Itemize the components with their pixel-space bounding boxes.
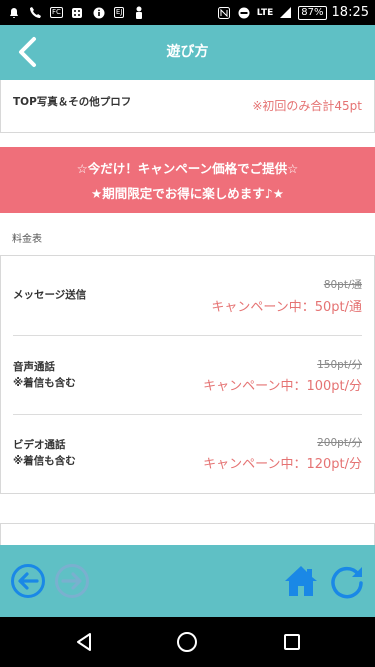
price-row-message: メッセージ送信 80pt/通 キャンペーン中：50pt/通 [13, 256, 362, 335]
price-row-note: ※着信も含む [13, 455, 76, 467]
campaign-price: キャンペーン中：120pt/分 [203, 457, 362, 472]
call-icon [28, 5, 43, 20]
app-header: 遊び方 [0, 25, 375, 80]
top-profile-price: ※初回のみ合計45pt [252, 99, 362, 113]
arrow-right-circle-icon [55, 564, 89, 598]
person-icon [131, 5, 146, 20]
top-profile-label: TOP写真＆その他プロフ [13, 96, 132, 108]
price-table-heading: 料金表 [12, 234, 42, 245]
triangle-back-icon [77, 633, 91, 651]
price-row-note: ※着信も含む [13, 377, 76, 389]
regular-price: 150pt/分 [317, 359, 362, 371]
clock: 18:25 [331, 5, 369, 20]
page-title: 遊び方 [166, 44, 209, 60]
info-icon [92, 5, 107, 20]
system-nav-bar [0, 617, 375, 667]
circle-home-icon [177, 632, 197, 652]
home-icon [285, 566, 317, 596]
price-row-name: 音声通話 ※着信も含む [13, 361, 76, 389]
campaign-price: キャンペーン中：50pt/通 [211, 300, 362, 315]
battery-indicator: 87% [298, 5, 327, 20]
network-type: LTE [256, 7, 274, 18]
campaign-price: キャンペーン中：100pt/分 [203, 379, 362, 394]
banner-line-2: ★期間限定でお得に楽しめます♪★ [91, 186, 284, 201]
price-row-name: ビデオ通話 ※着信も含む [13, 439, 76, 467]
nfc-icon [217, 5, 232, 20]
do-not-disturb-icon [237, 5, 252, 20]
home-button[interactable] [283, 563, 319, 599]
fc-icon: FC [50, 7, 63, 18]
price-row-name: メッセージ送信 [13, 289, 87, 301]
browser-back-button[interactable] [10, 563, 46, 599]
status-bar: FC EJ LTE 87% 18:25 [0, 0, 375, 25]
browser-footer [0, 545, 375, 617]
app-icon: EJ [113, 7, 125, 18]
nav-recents-button[interactable] [279, 629, 305, 655]
banner-line-1: ☆今だけ！キャンペーン価格でご提供☆ [76, 161, 299, 176]
notification-icon [6, 5, 21, 20]
price-row-video-call: ビデオ通話 ※着信も含む 200pt/分 キャンペーン中：120pt/分 [13, 414, 362, 494]
regular-price: 80pt/通 [323, 279, 362, 291]
dice-icon [70, 5, 85, 20]
content-area[interactable]: TOP写真＆その他プロフ ※初回のみ合計45pt ☆今だけ！キャンペーン価格でご… [0, 80, 375, 545]
nav-back-button[interactable] [71, 629, 97, 655]
nav-home-button[interactable] [174, 629, 200, 655]
browser-forward-button[interactable] [54, 563, 90, 599]
arrow-left-circle-icon [11, 564, 45, 598]
signal-icon [278, 5, 293, 20]
next-section-card [0, 523, 375, 545]
refresh-icon [331, 566, 363, 599]
price-row-voice-call: 音声通話 ※着信も含む 150pt/分 キャンペーン中：100pt/分 [13, 335, 362, 415]
top-profile-item: TOP写真＆その他プロフ ※初回のみ合計45pt [0, 80, 375, 133]
square-recents-icon [284, 634, 300, 650]
campaign-banner: ☆今だけ！キャンペーン価格でご提供☆ ★期間限定でお得に楽しめます♪★ [0, 147, 375, 213]
regular-price: 200pt/分 [317, 437, 362, 449]
reload-button[interactable] [329, 563, 365, 599]
price-table: メッセージ送信 80pt/通 キャンペーン中：50pt/通 音声通話 ※着信も含… [0, 255, 375, 494]
